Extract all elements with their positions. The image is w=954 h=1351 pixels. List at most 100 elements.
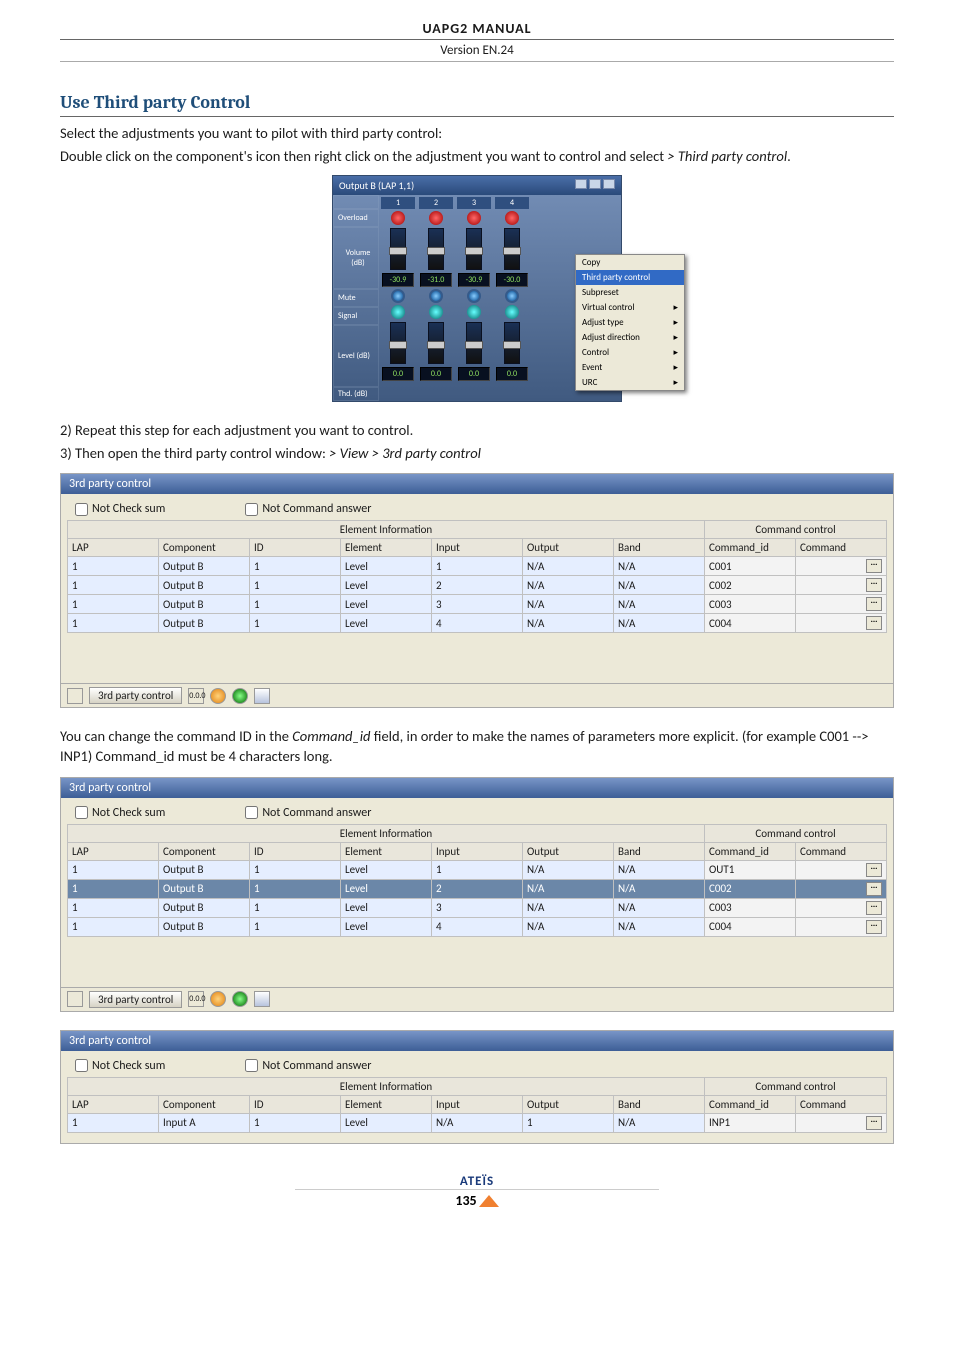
not-check-sum-checkbox[interactable]: Not Check sum: [75, 502, 165, 516]
column-header[interactable]: Element: [341, 539, 432, 557]
context-menu-item[interactable]: Third party control: [576, 270, 684, 285]
column-header[interactable]: Component: [159, 842, 250, 860]
table-row[interactable]: 1Output B1Level4N/AN/AC004···: [68, 917, 887, 936]
table-row[interactable]: 1Output B1Level1N/AN/AC001···: [68, 557, 887, 576]
column-header[interactable]: Band: [614, 539, 705, 557]
cell-command[interactable]: ···: [796, 595, 887, 614]
table-row[interactable]: 1Output B1Level2N/AN/AC002···: [68, 879, 887, 898]
cell-command[interactable]: ···: [796, 898, 887, 917]
cell-command[interactable]: ···: [796, 614, 887, 633]
column-header[interactable]: Command: [796, 842, 887, 860]
table-row[interactable]: 1Output B1Level3N/AN/AC003···: [68, 898, 887, 917]
column-header[interactable]: LAP: [68, 539, 159, 557]
pencil-icon[interactable]: [210, 688, 226, 704]
cell-command[interactable]: ···: [796, 860, 887, 879]
panel-icon[interactable]: [67, 688, 83, 704]
panel-icon-2[interactable]: [67, 991, 83, 1007]
more-button[interactable]: ···: [866, 901, 882, 915]
mute-led[interactable]: [467, 289, 481, 303]
context-menu-item[interactable]: Control▸: [576, 345, 684, 360]
level-slider[interactable]: [390, 322, 406, 364]
table-row[interactable]: 1Output B1Level4N/AN/AC004···: [68, 614, 887, 633]
column-header[interactable]: Output: [523, 1095, 614, 1113]
context-menu-item[interactable]: Copy: [576, 255, 684, 270]
mute-led[interactable]: [429, 289, 443, 303]
column-header[interactable]: ID: [250, 842, 341, 860]
context-menu-item[interactable]: Adjust direction▸: [576, 330, 684, 345]
column-header[interactable]: Input: [432, 842, 523, 860]
context-menu-item[interactable]: URC▸: [576, 375, 684, 390]
column-header[interactable]: Band: [614, 842, 705, 860]
column-header[interactable]: ID: [250, 1095, 341, 1113]
volume-slider[interactable]: [466, 228, 482, 270]
level-slider[interactable]: [428, 322, 444, 364]
table-row[interactable]: 1Input A1LevelN/A1N/AINP1···: [68, 1113, 887, 1132]
table-row[interactable]: 1Output B1Level1N/AN/AOUT1···: [68, 860, 887, 879]
cell-command[interactable]: ···: [796, 879, 887, 898]
cell-command-id[interactable]: C004: [705, 614, 796, 633]
mute-led[interactable]: [505, 289, 519, 303]
context-menu-item[interactable]: Event▸: [576, 360, 684, 375]
column-header[interactable]: Command: [796, 539, 887, 557]
volume-slider[interactable]: [428, 228, 444, 270]
more-button[interactable]: ···: [866, 616, 882, 630]
more-button[interactable]: ···: [866, 559, 882, 573]
column-header[interactable]: LAP: [68, 842, 159, 860]
not-check-sum-checkbox-3[interactable]: Not Check sum: [75, 1059, 165, 1073]
grid-1[interactable]: Element InformationCommand controlLAPCom…: [67, 520, 887, 633]
cell-command[interactable]: ···: [796, 1113, 887, 1132]
maximize-icon[interactable]: [589, 179, 601, 189]
cell-command-id[interactable]: INP1: [705, 1113, 796, 1132]
more-button[interactable]: ···: [866, 1116, 882, 1130]
more-button[interactable]: ···: [866, 578, 882, 592]
column-header[interactable]: Command_id: [705, 842, 796, 860]
volume-slider[interactable]: [504, 228, 520, 270]
table-row[interactable]: 1Output B1Level3N/AN/AC003···: [68, 595, 887, 614]
minimize-icon[interactable]: [575, 179, 587, 189]
cell-command-id[interactable]: C003: [705, 595, 796, 614]
column-header[interactable]: Output: [523, 539, 614, 557]
pencil-icon-2[interactable]: [210, 991, 226, 1007]
column-header[interactable]: Component: [159, 1095, 250, 1113]
table-row[interactable]: 1Output B1Level2N/AN/AC002···: [68, 576, 887, 595]
list-icon-2[interactable]: [254, 991, 270, 1007]
close-icon[interactable]: [603, 179, 615, 189]
cell-command-id[interactable]: C001: [705, 557, 796, 576]
cell-command[interactable]: ···: [796, 576, 887, 595]
not-command-answer-checkbox-2[interactable]: Not Command answer: [245, 806, 371, 820]
grid-3[interactable]: Element InformationCommand controlLAPCom…: [67, 1077, 887, 1133]
more-button[interactable]: ···: [866, 863, 882, 877]
globe-icon-2[interactable]: [232, 991, 248, 1007]
not-check-sum-checkbox-2[interactable]: Not Check sum: [75, 806, 165, 820]
more-button[interactable]: ···: [866, 597, 882, 611]
column-header[interactable]: Element: [341, 1095, 432, 1113]
column-header[interactable]: Command_id: [705, 539, 796, 557]
column-header[interactable]: Element: [341, 842, 432, 860]
bin-button-2[interactable]: 0.0.0: [188, 991, 204, 1007]
context-menu-item[interactable]: Subpreset: [576, 285, 684, 300]
column-header[interactable]: ID: [250, 539, 341, 557]
list-icon[interactable]: [254, 688, 270, 704]
cell-command-id[interactable]: C002: [705, 576, 796, 595]
bin-button[interactable]: 0.0.0: [188, 688, 204, 704]
context-menu-item[interactable]: Adjust type▸: [576, 315, 684, 330]
column-header[interactable]: Input: [432, 539, 523, 557]
column-header[interactable]: LAP: [68, 1095, 159, 1113]
cell-command[interactable]: ···: [796, 557, 887, 576]
column-header[interactable]: Command: [796, 1095, 887, 1113]
column-header[interactable]: Input: [432, 1095, 523, 1113]
level-slider[interactable]: [466, 322, 482, 364]
level-slider[interactable]: [504, 322, 520, 364]
globe-icon[interactable]: [232, 688, 248, 704]
more-button[interactable]: ···: [866, 882, 882, 896]
context-menu-item[interactable]: Virtual control▸: [576, 300, 684, 315]
context-menu[interactable]: CopyThird party controlSubpresetVirtual …: [575, 254, 685, 391]
grid-2[interactable]: Element InformationCommand controlLAPCom…: [67, 824, 887, 937]
column-header[interactable]: Component: [159, 539, 250, 557]
volume-slider[interactable]: [390, 228, 406, 270]
cell-command-id[interactable]: C002: [705, 879, 796, 898]
not-command-answer-checkbox[interactable]: Not Command answer: [245, 502, 371, 516]
panel-tab-2[interactable]: 3rd party control: [89, 991, 182, 1008]
cell-command-id[interactable]: C003: [705, 898, 796, 917]
cell-command-id[interactable]: OUT1: [705, 860, 796, 879]
